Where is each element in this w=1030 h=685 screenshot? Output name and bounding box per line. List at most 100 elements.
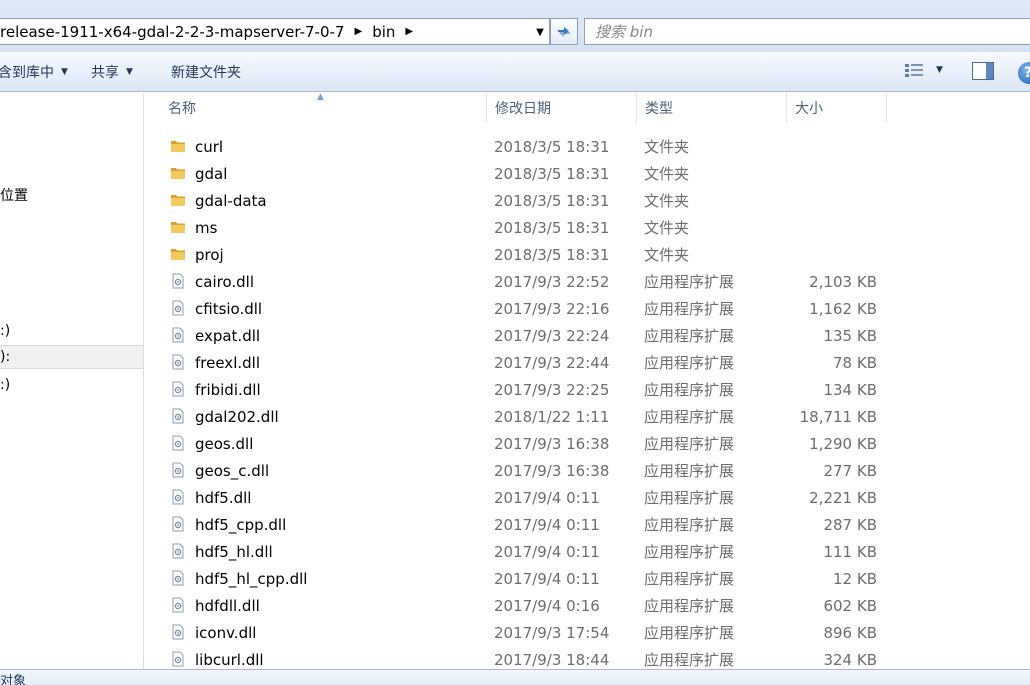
file-row[interactable]: proj 2018/3/5 18:31 文件夹: [145, 241, 1030, 268]
dll-icon: [170, 381, 186, 397]
share-button[interactable]: 共享 ▼: [91, 62, 133, 82]
status-text: 对象: [0, 674, 27, 685]
file-size: [793, 214, 877, 241]
file-row[interactable]: curl 2018/3/5 18:31 文件夹: [145, 133, 1030, 160]
file-name: gdal-data: [195, 191, 267, 210]
search-input[interactable]: 搜索 bin: [584, 18, 1030, 45]
folder-icon: [170, 246, 186, 262]
navigation-pane: 位置 :) ): :): [0, 93, 144, 669]
file-date: 2017/9/4 0:11: [494, 488, 600, 507]
file-type: 文件夹: [644, 192, 690, 210]
column-header-type[interactable]: 类型: [637, 93, 787, 123]
file-row[interactable]: geos.dll 2017/9/3 16:38 应用程序扩展 1,290 KB: [145, 430, 1030, 457]
nav-item-drive-d[interactable]: ):: [0, 345, 143, 369]
file-row[interactable]: cfitsio.dll 2017/9/3 22:16 应用程序扩展 1,162 KB: [145, 295, 1030, 322]
include-in-library-button[interactable]: 包含到库中 ▼: [0, 62, 68, 82]
file-size: 111 KB: [823, 542, 877, 561]
file-type: 应用程序扩展: [644, 462, 735, 480]
file-type: 应用程序扩展: [644, 354, 735, 372]
address-bar[interactable]: release-1911-x64-gdal-2-2-3-mapserver-7-…: [0, 18, 550, 45]
folder-icon: [170, 219, 186, 235]
file-type: 应用程序扩展: [644, 273, 735, 291]
file-name: geos_c.dll: [195, 461, 270, 480]
file-type: 应用程序扩展: [644, 408, 735, 426]
include-in-library-label: 包含到库中: [0, 65, 54, 81]
new-folder-label: 新建文件夹: [171, 65, 241, 81]
file-row[interactable]: expat.dll 2017/9/3 22:24 应用程序扩展 135 KB: [145, 322, 1030, 349]
file-date: 2017/9/3 16:38: [494, 461, 610, 480]
nav-item-label: 位置: [0, 188, 28, 204]
dll-icon: [170, 300, 186, 316]
file-row[interactable]: hdfdll.dll 2017/9/4 0:16 应用程序扩展 602 KB: [145, 592, 1030, 619]
file-name: expat.dll: [195, 326, 261, 345]
dll-icon: [170, 597, 186, 613]
column-header-size[interactable]: 大小: [787, 93, 887, 123]
file-date: 2018/3/5 18:31: [494, 191, 610, 210]
file-row[interactable]: gdal 2018/3/5 18:31 文件夹: [145, 160, 1030, 187]
file-name: gdal202.dll: [195, 407, 279, 426]
view-options-icon[interactable]: [904, 62, 924, 80]
breadcrumb-arrow-icon[interactable]: ▶: [354, 26, 362, 37]
folder-icon: [170, 192, 186, 208]
refresh-button[interactable]: [550, 18, 578, 45]
file-row[interactable]: hdf5.dll 2017/9/4 0:11 应用程序扩展 2,221 KB: [145, 484, 1030, 511]
file-row[interactable]: hdf5_hl.dll 2017/9/4 0:11 应用程序扩展 111 KB: [145, 538, 1030, 565]
file-size: 1,162 KB: [809, 299, 877, 318]
nav-item-label: :): [0, 323, 11, 339]
file-type: 文件夹: [644, 246, 690, 264]
file-type: 应用程序扩展: [644, 300, 735, 318]
file-type: 文件夹: [644, 165, 690, 183]
dll-icon: [170, 462, 186, 478]
file-size: [793, 187, 877, 214]
file-type: 应用程序扩展: [644, 570, 735, 588]
file-row[interactable]: cairo.dll 2017/9/3 22:52 应用程序扩展 2,103 KB: [145, 268, 1030, 295]
dll-icon: [170, 327, 186, 343]
share-label: 共享: [91, 65, 119, 81]
file-row[interactable]: gdal202.dll 2018/1/22 1:11 应用程序扩展 18,711 KB: [145, 403, 1030, 430]
folder-icon: [170, 165, 186, 181]
file-date: 2017/9/3 16:38: [494, 434, 610, 453]
file-row[interactable]: ms 2018/3/5 18:31 文件夹: [145, 214, 1030, 241]
refresh-icon: [558, 26, 570, 37]
file-size: [793, 133, 877, 160]
file-type: 应用程序扩展: [644, 543, 735, 561]
column-header-date[interactable]: 修改日期: [487, 93, 637, 123]
file-row[interactable]: freexl.dll 2017/9/3 22:44 应用程序扩展 78 KB: [145, 349, 1030, 376]
address-history-dropdown-icon[interactable]: ▼: [533, 24, 547, 40]
file-row[interactable]: geos_c.dll 2017/9/3 16:38 应用程序扩展 277 KB: [145, 457, 1030, 484]
file-list: 名称 ▲ 修改日期 类型 大小 curl 2018/3/5 18:31 文件夹 gda…: [145, 92, 1030, 669]
file-date: 2017/9/3 22:16: [494, 299, 610, 318]
dll-icon: [170, 408, 186, 424]
nav-item-location[interactable]: 位置: [0, 183, 143, 207]
nav-item-drive-c[interactable]: :): [0, 319, 143, 343]
file-row[interactable]: hdf5_hl_cpp.dll 2017/9/4 0:11 应用程序扩展 12 KB: [145, 565, 1030, 592]
file-name: freexl.dll: [195, 353, 260, 372]
dll-icon: [170, 489, 186, 505]
file-row[interactable]: fribidi.dll 2017/9/3 22:25 应用程序扩展 134 KB: [145, 376, 1030, 403]
chevron-down-icon: ▼: [61, 67, 68, 77]
breadcrumb-folder[interactable]: release-1911-x64-gdal-2-2-3-mapserver-7-…: [0, 23, 344, 41]
file-row[interactable]: hdf5_cpp.dll 2017/9/4 0:11 应用程序扩展 287 KB: [145, 511, 1030, 538]
dll-icon: [170, 543, 186, 559]
file-name: hdf5_cpp.dll: [195, 515, 287, 534]
file-size: 1,290 KB: [809, 434, 877, 453]
dll-icon: [170, 435, 186, 451]
file-type: 应用程序扩展: [644, 597, 735, 615]
dll-icon: [170, 624, 186, 640]
preview-pane-icon[interactable]: [972, 62, 994, 80]
file-date: 2018/3/5 18:31: [494, 137, 610, 156]
file-date: 2017/9/4 0:11: [494, 569, 600, 588]
file-size: 2,221 KB: [809, 488, 877, 507]
search-placeholder: 搜索 bin: [595, 23, 653, 41]
breadcrumb-arrow-icon[interactable]: ▶: [405, 26, 413, 37]
file-size: 78 KB: [833, 353, 877, 372]
file-row[interactable]: iconv.dll 2017/9/3 17:54 应用程序扩展 896 KB: [145, 619, 1030, 646]
file-type: 应用程序扩展: [644, 624, 735, 642]
breadcrumb-current[interactable]: bin: [370, 23, 395, 41]
file-row[interactable]: gdal-data 2018/3/5 18:31 文件夹: [145, 187, 1030, 214]
view-dropdown-icon[interactable]: ▼: [936, 65, 943, 75]
new-folder-button[interactable]: 新建文件夹: [171, 62, 241, 82]
file-size: [793, 160, 877, 187]
file-size: 135 KB: [823, 326, 877, 345]
nav-item-drive-e[interactable]: :): [0, 373, 143, 397]
